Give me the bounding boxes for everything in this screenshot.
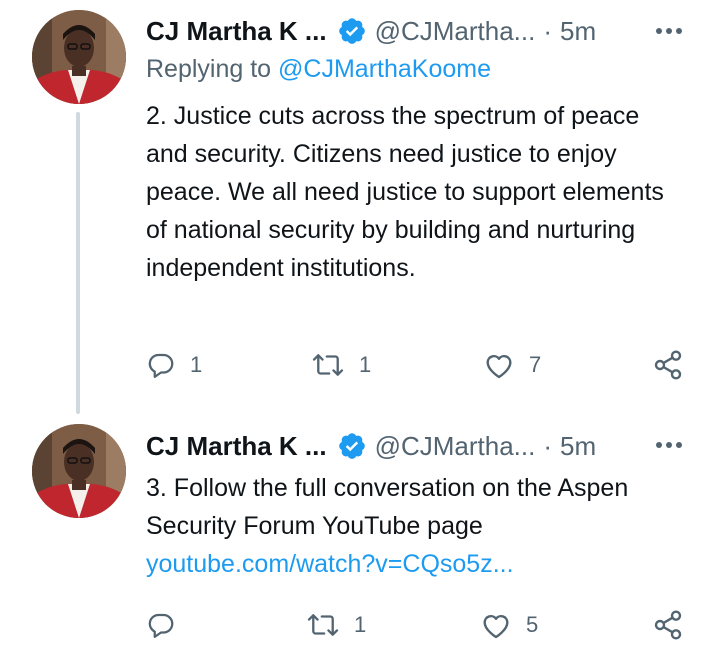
more-icon[interactable]	[654, 16, 684, 46]
share-button[interactable]	[652, 345, 684, 385]
reply-button[interactable]	[146, 605, 176, 645]
retweet-icon	[312, 354, 344, 376]
separator-dot: ·	[543, 430, 553, 461]
replying-to-label: Replying to	[146, 55, 279, 83]
retweet-button[interactable]: 1	[306, 605, 366, 645]
timestamp[interactable]: 5m	[560, 431, 596, 462]
tweet[interactable]: CJ Martha K ... @CJMartha... · 5m 3. Fol…	[0, 410, 720, 654]
thread-connector-line	[76, 112, 80, 414]
reply-count: 1	[190, 352, 203, 377]
tweet-text: 2. Justice cuts across the spectrum of p…	[146, 97, 686, 287]
tweet-text: 3. Follow the full conversation on the A…	[146, 469, 686, 583]
heart-icon	[483, 614, 509, 639]
share-icon	[654, 350, 682, 380]
reply-icon	[148, 613, 174, 638]
heart-icon	[486, 354, 512, 379]
like-count: 7	[529, 352, 542, 377]
tweet-header: CJ Martha K ... @CJMartha... · 5m	[146, 428, 596, 464]
tweet-link[interactable]: youtube.com/watch?v=CQso5z...	[146, 545, 686, 583]
tweet-header: CJ Martha K ... @CJMartha... · 5m	[146, 13, 596, 49]
author-handle[interactable]: @CJMartha...	[375, 431, 536, 462]
reply-icon	[148, 353, 174, 378]
author-name[interactable]: CJ Martha K ...	[146, 431, 327, 462]
author-handle[interactable]: @CJMartha...	[375, 16, 536, 47]
author-avatar[interactable]	[32, 10, 126, 104]
tweet-actions: 1 5	[146, 605, 692, 645]
like-count: 5	[526, 612, 539, 637]
share-icon	[654, 610, 682, 640]
more-icon[interactable]	[654, 430, 684, 460]
tweet-actions: 1 1 7	[146, 345, 692, 385]
tweet-text-content: 3. Follow the full conversation on the A…	[146, 474, 629, 540]
author-name[interactable]: CJ Martha K ...	[146, 16, 327, 47]
replying-to-mention[interactable]: @CJMarthaKoome	[278, 55, 491, 83]
tweet-text-content: 2. Justice cuts across the spectrum of p…	[146, 102, 664, 282]
verified-badge-icon	[337, 16, 367, 46]
author-avatar[interactable]	[32, 424, 126, 518]
tweet[interactable]: CJ Martha K ... @CJMartha... · 5m Replyi…	[0, 0, 720, 414]
retweet-icon	[307, 614, 339, 636]
retweet-count: 1	[354, 612, 367, 637]
verified-badge-icon	[337, 431, 367, 461]
retweet-count: 1	[359, 352, 372, 377]
separator-dot: ·	[543, 15, 553, 46]
timestamp[interactable]: 5m	[560, 16, 596, 47]
like-button[interactable]: 7	[483, 345, 541, 385]
share-button[interactable]	[652, 605, 684, 645]
replying-to: Replying to @CJMarthaKoome	[146, 55, 491, 84]
retweet-button[interactable]: 1	[311, 345, 371, 385]
reply-button[interactable]: 1	[146, 345, 202, 385]
like-button[interactable]: 5	[480, 605, 538, 645]
